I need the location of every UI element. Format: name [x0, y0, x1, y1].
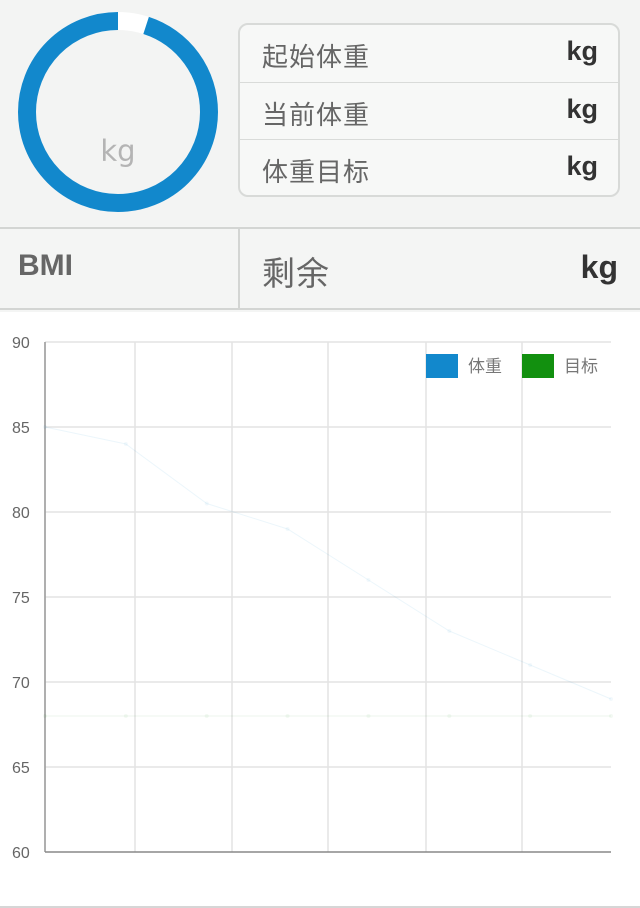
data-point	[285, 714, 290, 718]
legend-swatch	[426, 354, 458, 378]
weight-stats-card: 起始体重 kg 当前体重 kg 体重目标 kg	[238, 23, 620, 197]
y-tick-label: 75	[12, 590, 30, 607]
ring-unit-label: kg	[100, 134, 136, 168]
y-tick-label: 60	[12, 845, 30, 862]
weight-progress-ring: kg	[16, 10, 220, 214]
bmi-remaining-bar: BMI 剩余 kg	[0, 227, 640, 310]
legend-label: 体重	[468, 357, 502, 377]
data-point	[43, 714, 47, 718]
remaining-unit: kg	[580, 249, 618, 285]
data-point	[204, 714, 209, 718]
data-point	[366, 714, 371, 718]
start-weight-unit: kg	[566, 36, 598, 66]
data-point	[609, 714, 613, 718]
legend-swatch	[522, 354, 554, 378]
y-tick-label: 85	[12, 420, 30, 437]
target-weight-unit: kg	[566, 151, 598, 181]
y-tick-label: 90	[12, 335, 30, 352]
weight-chart-svg: 90 85 80 75 70 65 60 体重 目标	[12, 335, 613, 862]
start-weight-label: 起始体重	[262, 43, 371, 73]
data-point	[43, 425, 47, 429]
data-point	[447, 629, 452, 633]
divider	[238, 229, 240, 308]
data-point	[609, 697, 613, 701]
current-weight-unit: kg	[566, 94, 598, 124]
data-point	[123, 442, 128, 446]
current-weight-row[interactable]: 当前体重 kg	[240, 82, 618, 140]
data-point	[285, 527, 290, 531]
target-weight-label: 体重目标	[262, 158, 371, 188]
data-point	[528, 663, 533, 667]
current-weight-label: 当前体重	[262, 101, 371, 131]
target-weight-row[interactable]: 体重目标 kg	[240, 139, 618, 197]
data-point	[447, 714, 452, 718]
data-point	[204, 501, 209, 506]
data-point	[366, 578, 371, 582]
data-point	[123, 714, 128, 718]
summary-panel: kg 起始体重 kg 当前体重 kg 体重目标 kg	[0, 0, 640, 226]
data-point	[528, 714, 533, 718]
y-tick-label: 80	[12, 505, 30, 522]
weight-chart: 90 85 80 75 70 65 60 体重 目标	[0, 312, 640, 906]
start-weight-row[interactable]: 起始体重 kg	[240, 25, 618, 82]
bmi-label: BMI	[18, 249, 73, 282]
y-tick-label: 65	[12, 760, 30, 777]
y-tick-label: 70	[12, 675, 30, 692]
remaining-label: 剩余	[262, 254, 330, 293]
legend-label: 目标	[564, 357, 598, 377]
